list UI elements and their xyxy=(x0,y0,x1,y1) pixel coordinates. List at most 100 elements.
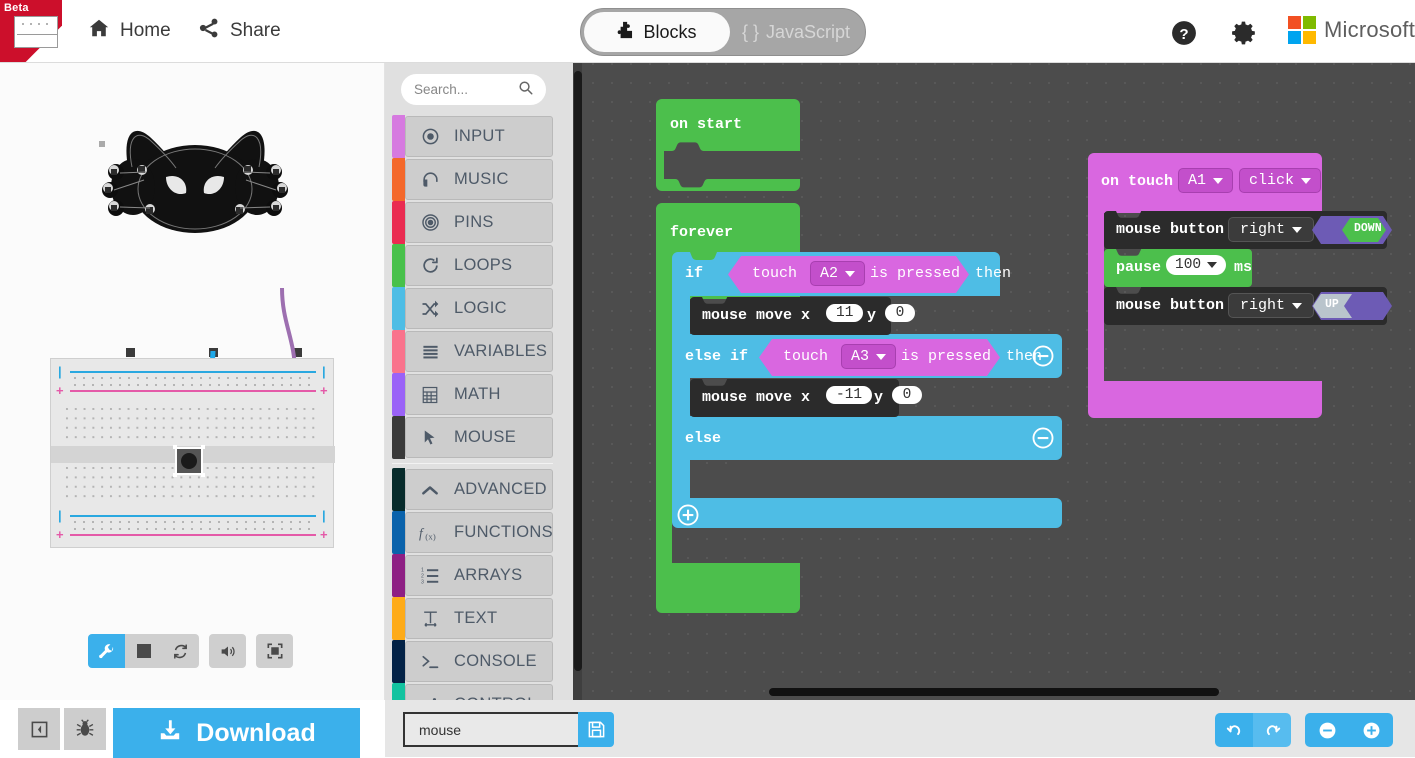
mouse-move-y-field-1[interactable]: 0 xyxy=(885,304,915,322)
block-touch-is-pressed-a3[interactable]: touch A3 is pressed xyxy=(759,339,1000,376)
toolbox-category-arrays[interactable]: 1 2 3 ARRAYS xyxy=(385,554,573,597)
remove-else-if-button[interactable] xyxy=(1032,345,1054,372)
toolbox-category-logic[interactable]: LOGIC xyxy=(385,287,573,330)
lines-icon xyxy=(419,343,441,360)
toolbox-category-console[interactable]: CONSOLE xyxy=(385,640,573,683)
rail-marker: + xyxy=(56,383,64,398)
toolbox-category-mouse[interactable]: MOUSE xyxy=(385,416,573,459)
shuffle-icon xyxy=(419,299,441,319)
home-icon xyxy=(88,17,110,45)
toolbox-category-loops[interactable]: LOOPS xyxy=(385,244,573,287)
category-label: LOGIC xyxy=(454,299,507,317)
toolbox-category-variables[interactable]: VARIABLES xyxy=(385,330,573,373)
debug-button[interactable] xyxy=(64,708,106,750)
block-mouse-button-up[interactable]: mouse button right UP xyxy=(1104,287,1392,328)
block-on-touch[interactable]: on touch A1 click mouse button right DOW… xyxy=(1088,153,1392,418)
selection-handle[interactable] xyxy=(173,473,177,477)
tab-javascript-label: JavaScript xyxy=(765,21,851,42)
touch-label-2: touch xyxy=(783,348,829,365)
mouse-move-x-field-2[interactable]: -11 xyxy=(826,386,873,404)
gear-icon[interactable] xyxy=(1231,20,1257,51)
download-button[interactable]: Download xyxy=(113,708,360,758)
project-name-input[interactable] xyxy=(403,712,578,747)
undo-button[interactable] xyxy=(1215,713,1253,747)
block-on-start[interactable]: on start xyxy=(656,99,800,191)
collapse-left-icon xyxy=(31,721,47,737)
restart-button[interactable] xyxy=(162,634,199,668)
chevron-down-icon xyxy=(1292,302,1303,309)
mouse-state-slot-up[interactable]: UP xyxy=(1312,292,1392,320)
tab-blocks[interactable]: Blocks xyxy=(584,12,730,52)
block-pause[interactable]: pause 100 ms xyxy=(1104,249,1252,290)
share-button[interactable]: Share xyxy=(198,14,281,48)
mouse-button-dropdown-1[interactable]: right xyxy=(1228,217,1315,242)
zoom-in-button[interactable] xyxy=(1349,713,1393,747)
zoom-out-button[interactable] xyxy=(1305,713,1349,747)
workspace-vertical-scrollbar[interactable] xyxy=(574,71,582,671)
view-mode-toggle[interactable]: Blocks { } JavaScript xyxy=(580,8,866,56)
debug-wrench-button[interactable] xyxy=(88,634,125,668)
rail-marker: + xyxy=(56,527,64,542)
category-label: TEXT xyxy=(454,609,498,627)
pin-dropdown-a2[interactable]: A2 xyxy=(810,261,866,286)
category-color-bar xyxy=(392,554,405,597)
toolbox-category-math[interactable]: MATH xyxy=(385,373,573,416)
pin-value: A2 xyxy=(820,265,839,282)
pin-dropdown-a3[interactable]: A3 xyxy=(841,344,897,369)
chevron-down-icon xyxy=(1292,226,1303,233)
toolbox-category-advanced[interactable]: ADVANCED xyxy=(385,468,573,511)
selection-handle[interactable] xyxy=(201,445,205,449)
app-logo[interactable] xyxy=(14,16,58,48)
blocks-workspace[interactable]: on start forever if touch A2 is pressed … xyxy=(573,63,1415,700)
toolbox-category-text[interactable]: TEXT xyxy=(385,597,573,640)
block-mouse-move-1[interactable]: mouse move x 11 y 0 xyxy=(690,297,915,338)
workspace-horizontal-scrollbar[interactable] xyxy=(769,688,1219,696)
toolbox-category-functions[interactable]: f (x) FUNCTIONS xyxy=(385,511,573,554)
on-touch-pin-dropdown[interactable]: A1 xyxy=(1178,168,1234,193)
loop-arrow-icon xyxy=(419,256,441,275)
category-color-bar xyxy=(392,683,405,700)
pause-value-dropdown[interactable]: 100 xyxy=(1166,255,1227,275)
search-input[interactable]: Search... xyxy=(401,74,546,105)
x-value-1: 11 xyxy=(836,305,854,321)
block-mouse-button-down[interactable]: mouse button right DOWN xyxy=(1104,211,1392,252)
toolbox-category-control[interactable]: CONTROL xyxy=(385,683,573,700)
help-icon[interactable]: ? xyxy=(1171,20,1197,51)
mute-button[interactable] xyxy=(209,634,246,668)
selection-handle[interactable] xyxy=(173,445,177,449)
fullscreen-button[interactable] xyxy=(256,634,293,668)
headphone-icon xyxy=(419,170,441,189)
category-color-bar xyxy=(392,597,405,640)
simulator-panel: | | + + | | + + xyxy=(0,63,385,700)
plus-circle-icon xyxy=(677,504,699,526)
toolbox-category-pins[interactable]: PINS xyxy=(385,201,573,244)
tab-javascript[interactable]: { } JavaScript xyxy=(730,22,862,43)
breadboard[interactable]: | | + + | | + + xyxy=(50,358,335,548)
mouse-move-x-field-1[interactable]: 11 xyxy=(826,304,864,322)
remove-else-button[interactable] xyxy=(1032,427,1054,454)
pushbutton-component[interactable] xyxy=(173,445,205,477)
fx-icon: f (x) xyxy=(419,523,441,543)
is-pressed-label-2: is pressed xyxy=(901,348,992,365)
block-touch-is-pressed-a2[interactable]: touch A2 is pressed xyxy=(728,256,969,293)
mouse-state-slot-down[interactable]: DOWN xyxy=(1312,216,1392,244)
block-if-else[interactable]: if touch A2 is pressed then mouse move x… xyxy=(672,252,1062,584)
collapse-simulator-button[interactable] xyxy=(18,708,60,750)
add-else-if-button[interactable] xyxy=(677,504,699,531)
rail-marker: + xyxy=(320,527,328,542)
tab-blocks-label: Blocks xyxy=(643,21,697,42)
toolbox-category-list: INPUT MUSIC PINS LOOPS LOGIC VARIABLES M… xyxy=(385,115,573,700)
home-button[interactable]: Home xyxy=(88,14,171,48)
redo-button[interactable] xyxy=(1253,713,1291,747)
y-value-1: 0 xyxy=(895,305,905,321)
stop-button[interactable] xyxy=(125,634,162,668)
selection-handle[interactable] xyxy=(201,473,205,477)
mouse-button-dropdown-2[interactable]: right xyxy=(1228,293,1315,318)
save-project-button[interactable] xyxy=(578,712,614,747)
on-touch-action-dropdown[interactable]: click xyxy=(1239,168,1322,193)
toolbox-category-music[interactable]: MUSIC xyxy=(385,158,573,201)
mouse-move-y-field-2[interactable]: 0 xyxy=(892,386,922,404)
toolbox-category-input[interactable]: INPUT xyxy=(385,115,573,158)
input-target-icon xyxy=(419,127,441,146)
block-mouse-move-2[interactable]: mouse move x -11 y 0 xyxy=(690,379,922,420)
